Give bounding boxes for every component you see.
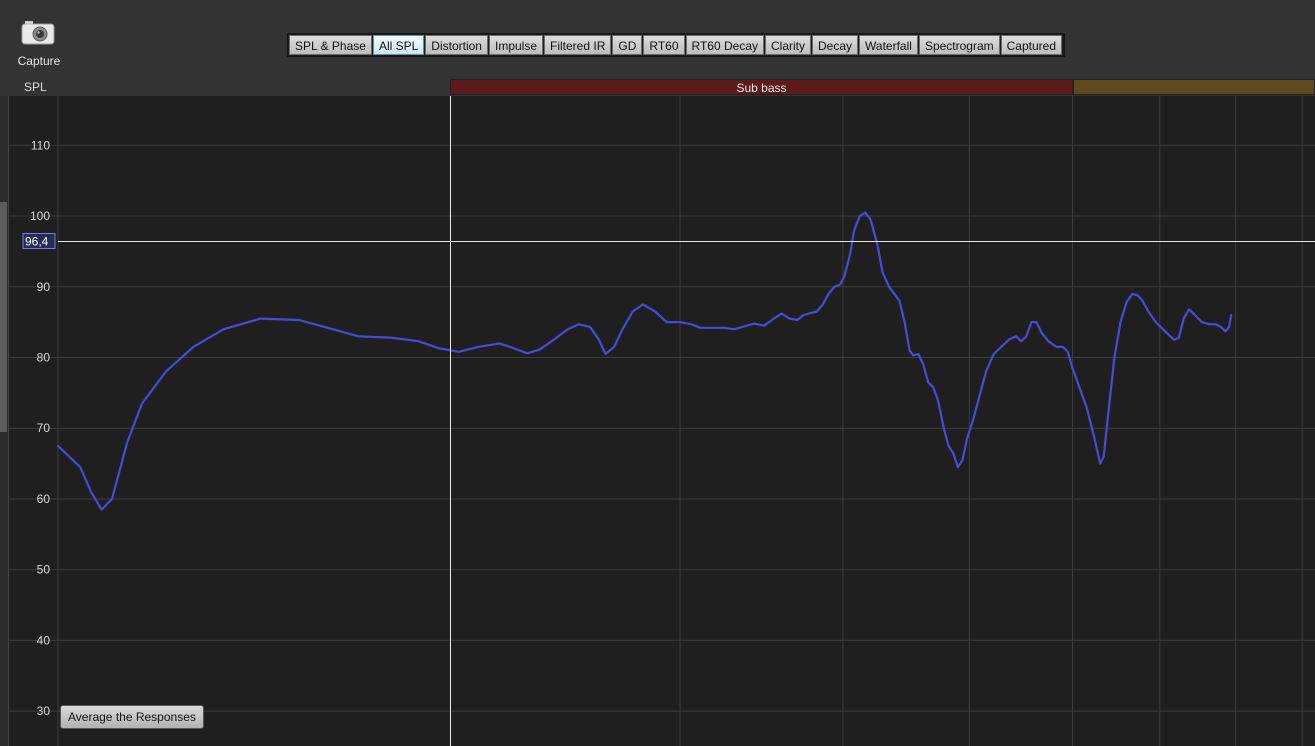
- tab-decay[interactable]: Decay: [812, 35, 859, 55]
- spl-plot[interactable]: 30 40 50 60 70 80 90 100 110 96,4: [0, 96, 1315, 746]
- tab-gd[interactable]: GD: [612, 35, 643, 55]
- graph-tabs: SPL & Phase All SPL Distortion Impulse Filte…: [287, 33, 1066, 57]
- tab-impulse[interactable]: Impulse: [488, 35, 544, 55]
- camera-icon: [21, 21, 55, 45]
- y-tick-label-50: 50: [37, 563, 51, 577]
- y-tick-label-70: 70: [37, 421, 51, 435]
- y-tick-label-60: 60: [37, 492, 51, 506]
- left-scrollbar[interactable]: [0, 96, 9, 746]
- band-low-bass-1: [1072, 79, 1315, 95]
- tab-rt60[interactable]: RT60: [643, 35, 685, 55]
- tab-rt60-decay[interactable]: RT60 Decay: [685, 35, 764, 55]
- tab-waterfall[interactable]: Waterfall: [859, 35, 918, 55]
- band-sub-bass: Sub bass: [450, 79, 1073, 95]
- y-tick-label-110: 110: [31, 138, 50, 152]
- y-tick-label-40: 40: [37, 633, 51, 647]
- capture-label: Capture: [17, 54, 61, 68]
- tab-clarity[interactable]: Clarity: [765, 35, 812, 55]
- scrollbar-thumb[interactable]: [0, 202, 7, 432]
- y-axis-title: SPL: [24, 80, 47, 94]
- frequency-bands: Sub bass: [434, 79, 1315, 95]
- y-tick-label-30: 30: [37, 704, 51, 718]
- plot-background: [8, 96, 1315, 746]
- capture-button[interactable]: Capture: [10, 16, 68, 72]
- tab-filtered-ir[interactable]: Filtered IR: [544, 35, 612, 55]
- y-tick-label-100: 100: [30, 209, 50, 223]
- average-responses-button[interactable]: Average the Responses: [60, 705, 204, 729]
- y-tick-label-80: 80: [37, 350, 51, 364]
- toolbar: Capture SPL & Phase All SPL Distortion Impu…: [0, 0, 1315, 78]
- tab-spl-phase[interactable]: SPL & Phase: [289, 35, 372, 55]
- tab-all-spl[interactable]: All SPL: [372, 35, 425, 55]
- y-tick-label-90: 90: [37, 280, 51, 294]
- tab-distortion[interactable]: Distortion: [425, 35, 488, 55]
- cursor-value-label: 96,4: [25, 234, 49, 248]
- tab-captured[interactable]: Captured: [1000, 35, 1063, 55]
- tab-spectrogram[interactable]: Spectrogram: [918, 35, 1000, 55]
